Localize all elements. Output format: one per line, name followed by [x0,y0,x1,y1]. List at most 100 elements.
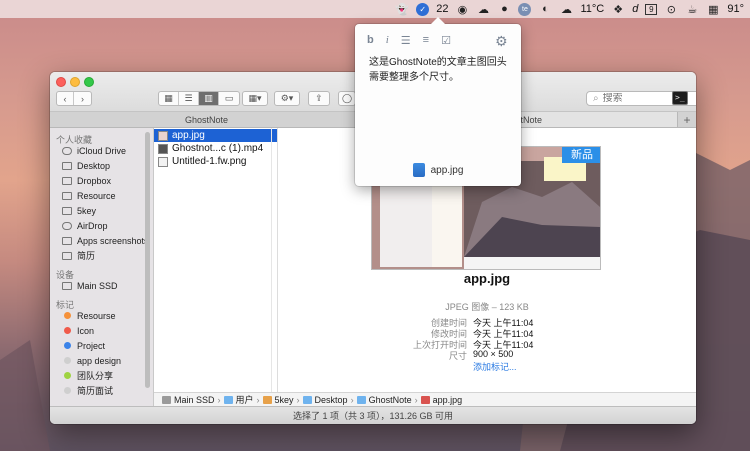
sidebar: 个人收藏 iCloud Drive Desktop Dropbox Resour… [50,128,154,406]
sidebar-item-5key[interactable]: 5key [50,203,153,218]
file-row-png[interactable]: Untitled-1.fw.png [154,155,277,168]
dropbox-icon [62,176,72,185]
te-icon[interactable]: te [518,2,532,16]
path-users[interactable]: 用户 [236,393,254,406]
tags-button[interactable]: ◯ [338,91,356,106]
meta-modified-row: 修改时间 今天 上午11:04 [430,329,534,339]
close-button[interactable] [56,77,66,87]
sidebar-item-desktop[interactable]: Desktop [50,158,153,173]
list-view-icon[interactable]: ☰ [179,92,199,105]
back-button[interactable]: ‹ [57,92,75,105]
sidebar-item-resource[interactable]: Resource [50,188,153,203]
search-input[interactable] [602,93,683,104]
icon-view-icon[interactable]: ▦ [159,92,179,105]
disk-icon [62,281,72,290]
calendar-icon[interactable]: 9 [645,3,658,15]
nav-buttons: ‹ › [56,91,92,106]
note-text[interactable]: 这是GhostNote的文章主图回头需要整理多个尺寸。 [369,55,509,85]
add-tag-link[interactable]: 添加标记... [473,360,517,372]
ghostnote-popover: b i ☰ ≡ ☑ ⚙ 这是GhostNote的文章主图回头需要整理多个尺寸。 … [355,17,521,186]
image-file-icon [158,156,168,167]
sidebar-item-apps-screenshots[interactable]: Apps screenshots [50,233,153,248]
meta-tags-row: 添加标记... [278,360,696,372]
camera-icon[interactable]: ⊙ [664,2,678,16]
minimize-button[interactable] [70,77,80,87]
disk-icon [162,395,171,404]
evernote-icon[interactable]: ◐ [538,2,552,16]
folder-icon [356,395,366,404]
file-row-mp4[interactable]: Ghostnot...c (1).mp4 [154,142,277,155]
search-icon: ⌕ [593,93,599,104]
cloud-icon [62,146,72,155]
arrange-button[interactable]: ▦▾ [242,91,268,106]
preview-filename: app.jpg [463,271,511,286]
sidebar-item-resume[interactable]: 简历 [50,248,153,263]
sidebar-tag-team-share[interactable]: 团队分享 [50,368,153,383]
new-badge: 新品 [571,149,593,161]
sidebar-item-dropbox[interactable]: Dropbox [50,173,153,188]
path-app-jpg[interactable]: app.jpg [433,395,463,405]
path-separator: › [350,394,354,405]
meta-opened-row: 上次打开时间 今天 上午11:04 [412,340,534,350]
weather-temp[interactable]: 11°C [580,3,604,15]
wechat-icon[interactable]: ☁ [476,2,490,16]
tab-ghostnote-1[interactable]: GhostNote [50,112,364,127]
message-icon[interactable]: ● [497,2,511,16]
path-separator: › [414,394,418,405]
view-mode-group: ▦ ☰ ▥ ▭ [158,91,240,106]
note-format-toolbar: b i ☰ ≡ ☑ [367,34,451,47]
file-row-app-jpg[interactable]: app.jpg [154,129,277,142]
tag-dot-icon [64,312,71,319]
path-bar: Main SSD › 用户 › 5key › Desktop › GhostNo… [154,392,696,406]
notification-count[interactable]: 22 [436,3,448,15]
note-attached-file[interactable]: app.jpg [355,163,521,177]
battery-icon[interactable]: ▦ [706,2,720,16]
favorites-heading: 个人收藏 [56,135,93,145]
sidebar-item-airdrop[interactable]: AirDrop [50,218,153,233]
numbered-list-button[interactable]: ≡ [423,34,429,47]
sidebar-tag-icon[interactable]: Icon [50,323,153,338]
video-file-icon [158,143,168,154]
folder-icon [302,395,312,404]
zoom-button[interactable] [84,77,94,87]
path-main-ssd[interactable]: Main SSD [174,395,215,405]
path-desktop[interactable]: Desktop [315,395,348,405]
gear-icon[interactable]: ⚙ [495,33,508,50]
image-file-icon [420,395,430,404]
qq-icon[interactable]: ◉ [455,2,469,16]
checklist-button[interactable]: ☑ [441,34,451,47]
path-separator: › [217,394,221,405]
sidebar-tag-interview[interactable]: 简历面试 [50,383,153,398]
column-resize-handle[interactable] [271,128,276,392]
action-gear-button[interactable]: ⚙▾ [274,91,300,106]
tag-dot-icon [64,387,71,394]
ghostnote-icon[interactable]: 👻 [395,2,409,16]
airdrop-icon [62,221,72,230]
dropbox-icon[interactable]: ❖ [611,2,625,16]
coffee-icon[interactable]: ☕ [685,2,699,16]
dictionary-icon[interactable]: d [632,3,638,15]
bold-button[interactable]: b [367,34,374,47]
sidebar-tag-app-design[interactable]: app design [50,353,153,368]
tag-dot-icon [64,357,71,364]
bullet-list-button[interactable]: ☰ [401,34,411,47]
meta-dimensions-row: 尺寸 900 × 500 [448,349,514,361]
add-tab-button[interactable]: + [678,112,696,127]
weather-icon[interactable]: ☁ [559,2,573,16]
cover-flow-icon[interactable]: ▭ [219,92,239,105]
tag-dot-icon [64,372,71,379]
sidebar-scrollbar[interactable] [145,132,150,388]
sidebar-tag-project[interactable]: Project [50,338,153,353]
attached-file-name: app.jpg [430,164,464,176]
share-button[interactable]: ⇪ [308,91,330,106]
path-ghostnote[interactable]: GhostNote [369,395,412,405]
badge-blue-icon[interactable]: ✓ [416,2,430,16]
folder-icon [62,236,72,245]
italic-button[interactable]: i [386,34,389,47]
forward-button[interactable]: › [74,92,91,105]
file-metadata: JPEG 图像 – 123 KB 创建时间 今天 上午11:04 修改时间 今天 上… [278,300,696,372]
file-column: app.jpg Ghostnot...c (1).mp4 Untitled-1.… [154,128,278,392]
path-5key[interactable]: 5key [275,395,294,405]
terminal-icon[interactable]: >_ [672,91,688,105]
column-view-icon[interactable]: ▥ [199,92,219,105]
